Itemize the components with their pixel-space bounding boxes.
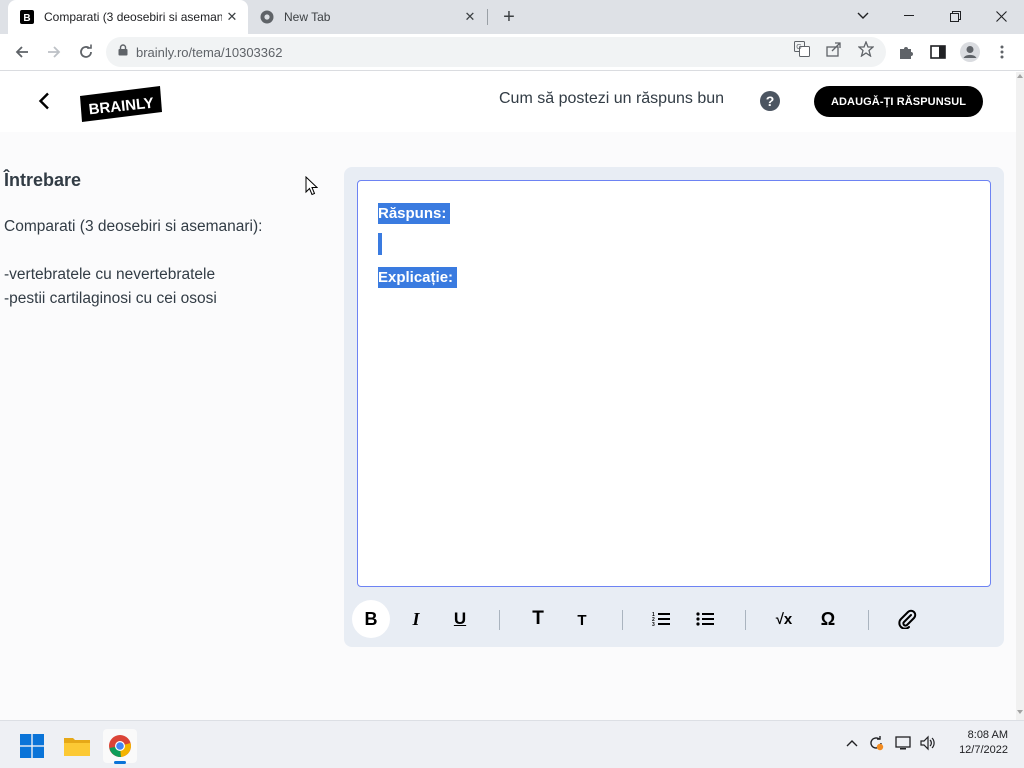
- address-bar[interactable]: brainly.ro/tema/10303362: [106, 37, 886, 67]
- reload-icon[interactable]: [72, 38, 100, 66]
- close-window-icon[interactable]: [978, 0, 1024, 32]
- text-caret: [378, 233, 382, 255]
- help-question-icon[interactable]: ?: [760, 91, 780, 111]
- translate-icon[interactable]: G: [792, 39, 812, 59]
- svg-text:B: B: [23, 13, 30, 24]
- toolbar-divider: [622, 610, 623, 630]
- tab-search-icon[interactable]: [840, 0, 886, 32]
- active-app-indicator: [114, 761, 126, 764]
- brainly-favicon-icon: B: [20, 10, 34, 24]
- tab-brainly[interactable]: B Comparati (3 deosebiri si asemanari) ✕: [8, 0, 248, 34]
- show-hidden-icons-icon[interactable]: [842, 733, 862, 753]
- attachment-icon[interactable]: [888, 600, 926, 638]
- tab-title: Comparati (3 deosebiri si asemanari): [44, 10, 222, 24]
- explanation-label: Explicație:: [378, 267, 458, 288]
- close-tab-icon[interactable]: ✕: [222, 7, 242, 27]
- tab-separator: [487, 9, 488, 25]
- tab-new-tab[interactable]: New Tab ✕: [252, 0, 486, 34]
- toolbar-divider: [868, 610, 869, 630]
- toolbar-divider: [499, 610, 500, 630]
- side-panel-icon[interactable]: [928, 42, 948, 62]
- omega-symbol-icon[interactable]: Ω: [809, 600, 847, 638]
- heading-small-icon[interactable]: T: [563, 600, 601, 638]
- italic-icon[interactable]: I: [397, 600, 435, 638]
- toolbar-divider: [745, 610, 746, 630]
- question-text-line: -vertebratele cu nevertebratele: [4, 266, 216, 283]
- file-explorer-icon[interactable]: [60, 729, 94, 763]
- profile-avatar-icon[interactable]: [960, 42, 980, 62]
- new-tab-button[interactable]: +: [498, 6, 520, 28]
- math-sqrt-icon[interactable]: √x: [765, 600, 803, 638]
- scroll-down-arrow-icon[interactable]: [1017, 710, 1023, 714]
- bullet-list-icon[interactable]: [686, 600, 724, 638]
- chrome-taskbar-icon[interactable]: [103, 729, 137, 764]
- windows-start-icon[interactable]: [15, 729, 49, 763]
- clock-date: 12/7/2022: [959, 744, 1008, 756]
- svg-text:G: G: [796, 44, 801, 51]
- scroll-up-arrow-icon[interactable]: [1017, 74, 1023, 78]
- bookmark-star-icon[interactable]: [856, 39, 876, 59]
- back-arrow-icon[interactable]: [8, 38, 36, 66]
- forward-arrow-icon[interactable]: [40, 38, 68, 66]
- brainly-logo[interactable]: BRAINLY: [80, 86, 162, 127]
- underline-icon[interactable]: U: [441, 600, 479, 638]
- mouse-pointer-icon: [305, 175, 319, 201]
- close-tab-icon[interactable]: ✕: [460, 7, 480, 27]
- chrome-menu-icon[interactable]: [992, 42, 1012, 62]
- question-text-line: Comparati (3 deosebiri si asemanari):: [4, 218, 263, 235]
- ordered-list-icon[interactable]: 123: [642, 600, 680, 638]
- url-text: brainly.ro/tema/10303362: [136, 44, 283, 60]
- answer-label: Răspuns:: [378, 203, 451, 224]
- browser-toolbar: brainly.ro/tema/10303362 G: [0, 34, 1024, 71]
- page-scrollbar[interactable]: [1016, 72, 1024, 720]
- share-icon[interactable]: [824, 39, 844, 59]
- clock-time: 8:08 AM: [967, 729, 1008, 741]
- back-chevron-icon[interactable]: [32, 89, 56, 113]
- restore-icon[interactable]: [932, 0, 978, 32]
- minimize-icon[interactable]: [886, 0, 932, 32]
- lock-icon: [118, 43, 128, 61]
- volume-icon[interactable]: [918, 733, 938, 753]
- add-answer-button[interactable]: ADAUGĂ-ȚI RĂSPUNSUL: [814, 86, 983, 117]
- answer-editor-input[interactable]: [357, 180, 991, 587]
- heading-large-icon[interactable]: T: [519, 600, 557, 638]
- question-heading: Întrebare: [4, 170, 82, 190]
- network-icon[interactable]: [894, 733, 914, 753]
- sync-update-icon[interactable]: [866, 733, 886, 753]
- system-clock[interactable]: 8:08 AM 12/7/2022: [944, 728, 1008, 758]
- tab-title: New Tab: [284, 10, 331, 24]
- extensions-puzzle-icon[interactable]: [896, 42, 916, 62]
- bold-icon[interactable]: B: [352, 600, 390, 638]
- help-link[interactable]: Cum să postezi un răspuns bun: [499, 90, 724, 108]
- svg-text:3: 3: [652, 622, 655, 627]
- tab-strip: B Comparati (3 deosebiri si asemanari) ✕…: [0, 0, 1024, 34]
- question-text-line: -pestii cartilaginosi cu cei ososi: [4, 290, 217, 307]
- chrome-favicon-icon: [260, 10, 274, 24]
